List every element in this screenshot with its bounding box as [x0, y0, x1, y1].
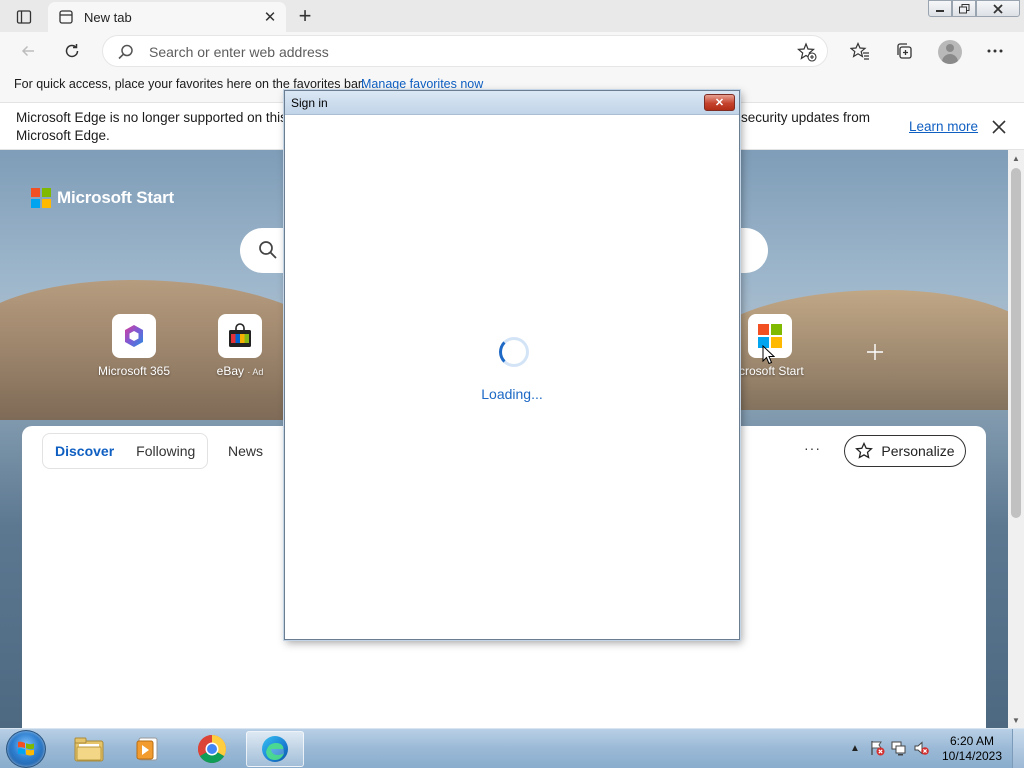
taskbar-clock[interactable]: 6:20 AM 10/14/2023 [934, 734, 1010, 764]
ad-label: · Ad [247, 367, 264, 377]
scroll-thumb[interactable] [1011, 168, 1021, 518]
tab-close-icon[interactable]: ✕ [258, 5, 282, 29]
more-icon [987, 49, 1003, 53]
tab-discover[interactable]: Discover [55, 443, 114, 459]
tab-news[interactable]: News [228, 443, 263, 459]
chrome-icon [198, 735, 226, 763]
feed-more-button[interactable]: ··· [804, 440, 821, 456]
add-site-plus-icon[interactable] [862, 339, 888, 365]
loading-spinner-icon [499, 337, 529, 367]
tab-new-tab[interactable]: New tab ✕ [48, 2, 286, 32]
minimize-button[interactable] [928, 0, 952, 17]
quick-link-label: eBay · Ad [195, 364, 285, 378]
vertical-scrollbar[interactable]: ▲ ▼ [1008, 150, 1024, 728]
clock-date: 10/14/2023 [941, 749, 1003, 763]
info-text-line2: Microsoft Edge. [16, 128, 110, 143]
back-button[interactable] [14, 37, 42, 65]
personalize-label: Personalize [881, 443, 955, 459]
new-tab-button[interactable]: + [293, 3, 317, 28]
quick-link-ebay-name: eBay [216, 364, 244, 378]
info-text-line3: security updates from [741, 110, 871, 125]
navigation-bar [0, 32, 1024, 70]
manage-favorites-link[interactable]: Manage favorites now [361, 77, 483, 91]
favorites-button[interactable] [846, 37, 874, 65]
refresh-button[interactable] [58, 37, 86, 65]
collections-button[interactable] [890, 37, 918, 65]
taskbar: ▲ 6:20 AM 10/14/2023 [0, 728, 1024, 768]
search-icon [117, 43, 135, 64]
tab-actions-button[interactable] [12, 6, 36, 28]
start-button[interactable] [6, 730, 46, 768]
dialog-close-button[interactable]: ✕ [704, 94, 735, 111]
tab-strip: New tab ✕ + [0, 0, 1024, 32]
learn-more-link[interactable]: Learn more [909, 119, 978, 134]
sign-in-dialog: Sign in ✕ Loading... [284, 90, 740, 640]
taskbar-edge[interactable] [246, 731, 304, 767]
taskbar-file-explorer[interactable] [60, 731, 118, 767]
microsoft-365-icon [112, 314, 156, 358]
back-arrow-icon [21, 45, 34, 57]
restore-button[interactable] [952, 0, 976, 17]
personalize-button[interactable]: Personalize [844, 435, 966, 467]
microsoft-start-brand[interactable]: Microsoft Start [31, 188, 174, 208]
microsoft-logo-icon [31, 188, 51, 208]
address-input[interactable] [149, 42, 749, 62]
profile-avatar[interactable] [938, 40, 962, 64]
window-close-icon [993, 3, 1003, 14]
show-hidden-icons-icon[interactable]: ▲ [844, 737, 866, 759]
edge-icon [262, 736, 288, 762]
show-desktop-button[interactable] [1012, 729, 1024, 768]
scroll-down-icon[interactable]: ▼ [1008, 712, 1024, 728]
search-icon [258, 240, 278, 263]
add-favorite-icon[interactable] [795, 40, 819, 64]
info-bar-close-icon[interactable] [990, 118, 1008, 136]
favorites-icon [850, 42, 869, 60]
action-center-flag-icon[interactable] [866, 737, 888, 759]
taskbar-chrome[interactable] [183, 731, 241, 767]
taskbar-media-player[interactable] [119, 731, 177, 767]
restore-icon [958, 3, 969, 13]
windows-logo-icon [18, 741, 34, 756]
collections-icon [897, 43, 912, 59]
minimize-icon [936, 9, 944, 12]
scroll-up-icon[interactable]: ▲ [1008, 150, 1024, 166]
refresh-icon [65, 44, 79, 58]
dialog-title-bar[interactable]: Sign in ✕ [285, 91, 739, 115]
tab-following[interactable]: Following [136, 443, 195, 459]
system-tray: ▲ [844, 737, 932, 759]
brand-label: Microsoft Start [57, 188, 174, 207]
tab-title: New tab [84, 9, 132, 25]
quick-link-ebay[interactable]: eBay · Ad [195, 314, 285, 378]
quick-link-microsoft-365[interactable]: Microsoft 365 [89, 314, 179, 378]
favorites-bar-message: For quick access, place your favorites h… [14, 77, 365, 91]
folder-icon [74, 737, 104, 762]
personalize-star-icon [855, 442, 874, 460]
clock-time: 6:20 AM [949, 734, 995, 748]
mouse-cursor-icon [762, 345, 775, 365]
info-text-line1: Microsoft Edge is no longer supported on… [16, 110, 287, 125]
tab-actions-icon [16, 10, 32, 24]
settings-more-button[interactable] [981, 37, 1009, 65]
window-close-button[interactable] [976, 0, 1020, 17]
ebay-bag-icon [218, 314, 262, 358]
network-icon[interactable] [888, 737, 910, 759]
dialog-title: Sign in [291, 96, 328, 110]
page-icon [58, 9, 74, 25]
volume-muted-icon[interactable] [910, 737, 932, 759]
media-player-icon [136, 737, 158, 761]
quick-link-label: Microsoft 365 [97, 364, 171, 378]
loading-text: Loading... [481, 386, 543, 402]
address-bar[interactable] [102, 35, 828, 67]
feed-pivot: Discover Following [42, 433, 209, 469]
